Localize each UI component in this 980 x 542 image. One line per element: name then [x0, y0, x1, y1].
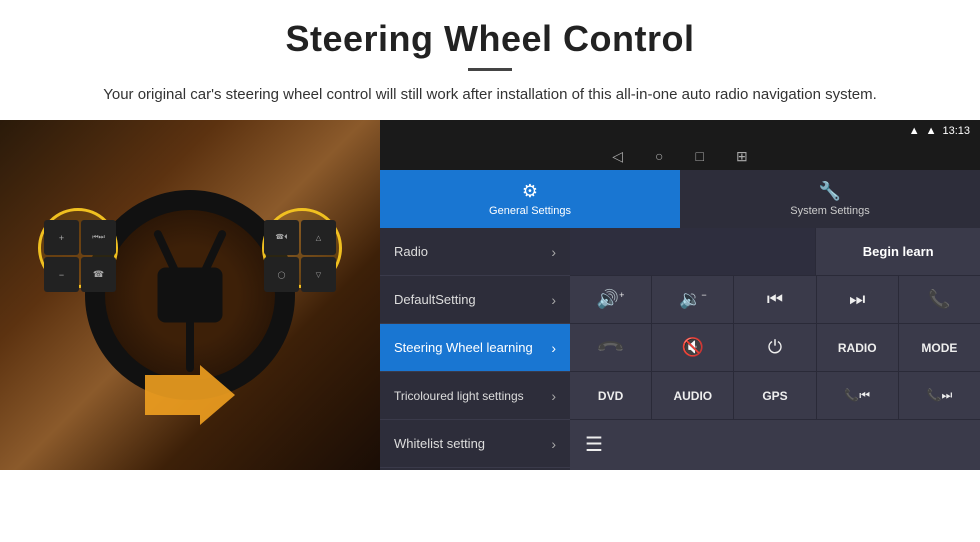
menu-tricoloured-label: Tricoloured light settings [394, 389, 551, 403]
call-next-button[interactable]: 📞⏭ [899, 372, 980, 419]
list-menu-icon: ☰ [585, 432, 603, 457]
call-button[interactable]: 📞 [899, 276, 980, 323]
audio-label: AUDIO [673, 389, 712, 403]
mode-label: MODE [921, 341, 957, 355]
gps-label: GPS [762, 389, 787, 403]
system-settings-icon: 🔧 [819, 181, 841, 202]
empty-input-field [570, 228, 816, 275]
nav-bar: ◁ ○ □ ⊞ [380, 142, 980, 170]
power-button[interactable]: ⏻ [734, 324, 816, 371]
controls-row-5: ☰ [570, 420, 980, 468]
menu-default-label: DefaultSetting [394, 292, 551, 307]
recents-nav-icon[interactable]: □ [696, 148, 704, 164]
mute-button[interactable]: 🔇 [652, 324, 734, 371]
call-icon: 📞 [928, 289, 950, 310]
left-menu: Radio › DefaultSetting › Steering Wheel … [380, 228, 570, 470]
hang-up-icon: 📞 [595, 332, 626, 363]
time-display: 13:13 [942, 125, 970, 137]
radio-label: RADIO [838, 341, 877, 355]
subtitle: Your original car's steering wheel contr… [60, 83, 920, 106]
menu-nav-icon[interactable]: ⊞ [736, 148, 748, 165]
volume-down-icon: 🔉− [679, 289, 707, 310]
steering-wheel-image: + ⏮⏭ − ☎ ☎⏴ △ ◯ ▽ [0, 120, 380, 470]
mode-button[interactable]: MODE [899, 324, 980, 371]
prev-track-icon: ⏮ [767, 289, 783, 310]
tab-general-settings[interactable]: ⚙ General Settings [380, 170, 680, 228]
next-track-button[interactable]: ⏭ [817, 276, 899, 323]
content-area: + ⏮⏭ − ☎ ☎⏴ △ ◯ ▽ ▲ ▲ 13:13 ◁ ○ [0, 120, 980, 470]
mute-icon: 🔇 [682, 337, 704, 358]
controls-row-3: 📞 🔇 ⏻ RADIO MODE [570, 324, 980, 372]
call-prev-button[interactable]: 📞⏮ [817, 372, 899, 419]
tab-general-label: General Settings [489, 205, 571, 217]
chevron-right-icon: › [551, 244, 556, 260]
chevron-right-icon: › [551, 388, 556, 404]
controls-row-1: Begin learn [570, 228, 980, 276]
chevron-right-icon: › [551, 292, 556, 308]
menu-item-steering-wheel[interactable]: Steering Wheel learning › [380, 324, 570, 372]
android-ui: ▲ ▲ 13:13 ◁ ○ □ ⊞ ⚙ General Settings 🔧 S… [380, 120, 980, 470]
audio-button[interactable]: AUDIO [652, 372, 734, 419]
general-settings-icon: ⚙ [522, 181, 538, 202]
home-nav-icon[interactable]: ○ [655, 148, 663, 164]
status-bar: ▲ ▲ 13:13 [380, 120, 980, 142]
tab-system-settings[interactable]: 🔧 System Settings [680, 170, 980, 228]
tab-bar: ⚙ General Settings 🔧 System Settings [380, 170, 980, 228]
call-prev-icon: 📞⏮ [844, 388, 870, 403]
page-title: Steering Wheel Control [60, 18, 920, 60]
dvd-label: DVD [598, 389, 623, 403]
begin-learn-button[interactable]: Begin learn [816, 228, 980, 275]
menu-steering-label: Steering Wheel learning [394, 340, 551, 355]
menu-item-radio[interactable]: Radio › [380, 228, 570, 276]
menu-radio-label: Radio [394, 244, 551, 259]
controls-row-2: 🔊+ 🔉− ⏮ ⏭ 📞 [570, 276, 980, 324]
menu-controls-area: Radio › DefaultSetting › Steering Wheel … [380, 228, 980, 470]
wifi-icon: ▲ [926, 125, 937, 137]
dvd-button[interactable]: DVD [570, 372, 652, 419]
signal-icon: ▲ [909, 125, 920, 137]
hang-up-button[interactable]: 📞 [570, 324, 652, 371]
prev-track-button[interactable]: ⏮ [734, 276, 816, 323]
back-nav-icon[interactable]: ◁ [612, 148, 623, 165]
gps-button[interactable]: GPS [734, 372, 816, 419]
tab-system-label: System Settings [790, 205, 869, 217]
menu-item-whitelist[interactable]: Whitelist setting › [380, 420, 570, 468]
power-icon: ⏻ [768, 337, 782, 358]
controls-row-4: DVD AUDIO GPS 📞⏮ 📞⏭ [570, 372, 980, 420]
menu-item-default-setting[interactable]: DefaultSetting › [380, 276, 570, 324]
volume-down-button[interactable]: 🔉− [652, 276, 734, 323]
title-divider [468, 68, 512, 71]
volume-up-button[interactable]: 🔊+ [570, 276, 652, 323]
menu-whitelist-label: Whitelist setting [394, 436, 551, 451]
arrow-indicator [145, 365, 235, 430]
chevron-right-icon: › [551, 436, 556, 452]
radio-button[interactable]: RADIO [817, 324, 899, 371]
top-section: Steering Wheel Control Your original car… [0, 0, 980, 120]
next-track-icon: ⏭ [849, 289, 865, 310]
chevron-right-icon: › [551, 340, 556, 356]
list-menu-button[interactable]: ☰ [570, 420, 618, 468]
menu-item-tricoloured[interactable]: Tricoloured light settings › [380, 372, 570, 420]
volume-up-icon: 🔊+ [597, 289, 625, 310]
call-next-icon: 📞⏭ [927, 388, 953, 403]
right-controls: Begin learn 🔊+ 🔉− ⏮ ⏭ [570, 228, 980, 470]
